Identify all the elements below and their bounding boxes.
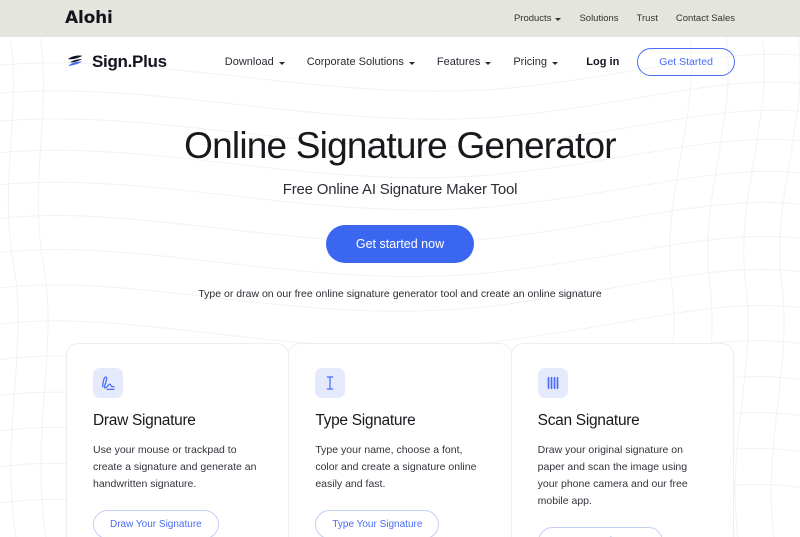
corporate-nav: Products Solutions Trust Contact Sales	[514, 13, 735, 24]
signplus-brand-text: Sign.Plus	[92, 52, 167, 71]
hero-description: Type or draw on our free online signatur…	[198, 287, 602, 300]
card-scan-body: Draw your original signature on paper an…	[537, 443, 688, 507]
chevron-down-icon	[555, 18, 562, 21]
nav-actions: Log in Get Started	[586, 48, 735, 76]
hero-subtitle: Free Online AI Signature Maker Tool	[282, 180, 518, 198]
chevron-down-icon	[278, 61, 285, 65]
draw-your-signature-button[interactable]: Draw Your Signature	[93, 509, 219, 537]
get-started-now-button[interactable]: Get started now	[325, 224, 475, 263]
alohi-logo[interactable]: Alohi	[65, 10, 113, 27]
hero-cta-wrapper: Get started now	[0, 224, 800, 263]
nav-item-download[interactable]: Download	[225, 56, 285, 68]
page-root: Alohi Products Solutions Trust Contact S…	[0, 0, 800, 537]
signature-draw-icon	[93, 367, 123, 398]
nav-download-label: Download	[224, 56, 274, 68]
topnav-item-contact-sales[interactable]: Contact Sales	[676, 13, 735, 24]
type-your-signature-button[interactable]: Type Your Signature	[315, 509, 440, 537]
login-link[interactable]: Log in	[586, 56, 619, 68]
topnav-contact-sales-label: Contact Sales	[675, 13, 735, 24]
nav-item-features[interactable]: Features	[436, 56, 492, 68]
card-type-body: Type your name, choose a font, color and…	[315, 443, 477, 490]
get-started-button[interactable]: Get Started	[637, 48, 735, 76]
nav-corporate-solutions-label: Corporate Solutions	[306, 56, 404, 68]
nav-features-label: Features	[436, 56, 481, 68]
topnav-item-solutions[interactable]: Solutions	[579, 13, 618, 24]
text-cursor-icon	[315, 367, 346, 398]
main-navbar: Sign.Plus Download Corporate Solutions F…	[0, 37, 800, 87]
topnav-solutions-label: Solutions	[579, 13, 619, 24]
barcode-scan-icon	[537, 367, 568, 398]
nav-item-corporate-solutions[interactable]: Corporate Solutions	[307, 56, 415, 68]
card-draw-title: Draw Signature	[93, 411, 196, 429]
topnav-trust-label: Trust	[636, 13, 658, 24]
nav-item-pricing[interactable]: Pricing	[513, 56, 558, 68]
page-title: Online Signature Generator	[184, 125, 617, 166]
chevron-down-icon	[485, 61, 492, 65]
chevron-down-icon	[551, 61, 558, 65]
card-scan-title: Scan Signature	[537, 411, 640, 429]
signplus-logo-icon	[67, 55, 83, 66]
signplus-brand[interactable]: Sign.Plus	[65, 52, 167, 72]
card-type-title: Type Signature	[315, 411, 416, 429]
chevron-down-icon	[408, 61, 415, 65]
hero-section: Online Signature Generator Free Online A…	[0, 87, 800, 300]
nav-pricing-label: Pricing	[513, 56, 547, 68]
alohi-logo-text: Alohi	[65, 8, 113, 28]
main-nav-links: Download Corporate Solutions Features Pr…	[225, 56, 558, 68]
card-draw-signature: Draw Signature Use your mouse or trackpa…	[66, 342, 290, 537]
corporate-topbar: Alohi Products Solutions Trust Contact S…	[0, 0, 800, 37]
topnav-products-label: Products	[513, 13, 552, 24]
topnav-item-trust[interactable]: Trust	[637, 13, 658, 24]
card-type-signature: Type Signature Type your name, choose a …	[288, 342, 512, 537]
topnav-item-products[interactable]: Products	[514, 13, 562, 24]
card-draw-body: Use your mouse or trackpad to create a s…	[93, 443, 257, 490]
card-scan-signature: Scan Signature Draw your original signat…	[510, 342, 734, 537]
feature-cards: Draw Signature Use your mouse or trackpa…	[0, 342, 800, 537]
scan-your-signature-button[interactable]: Scan Your Signature	[537, 526, 663, 537]
